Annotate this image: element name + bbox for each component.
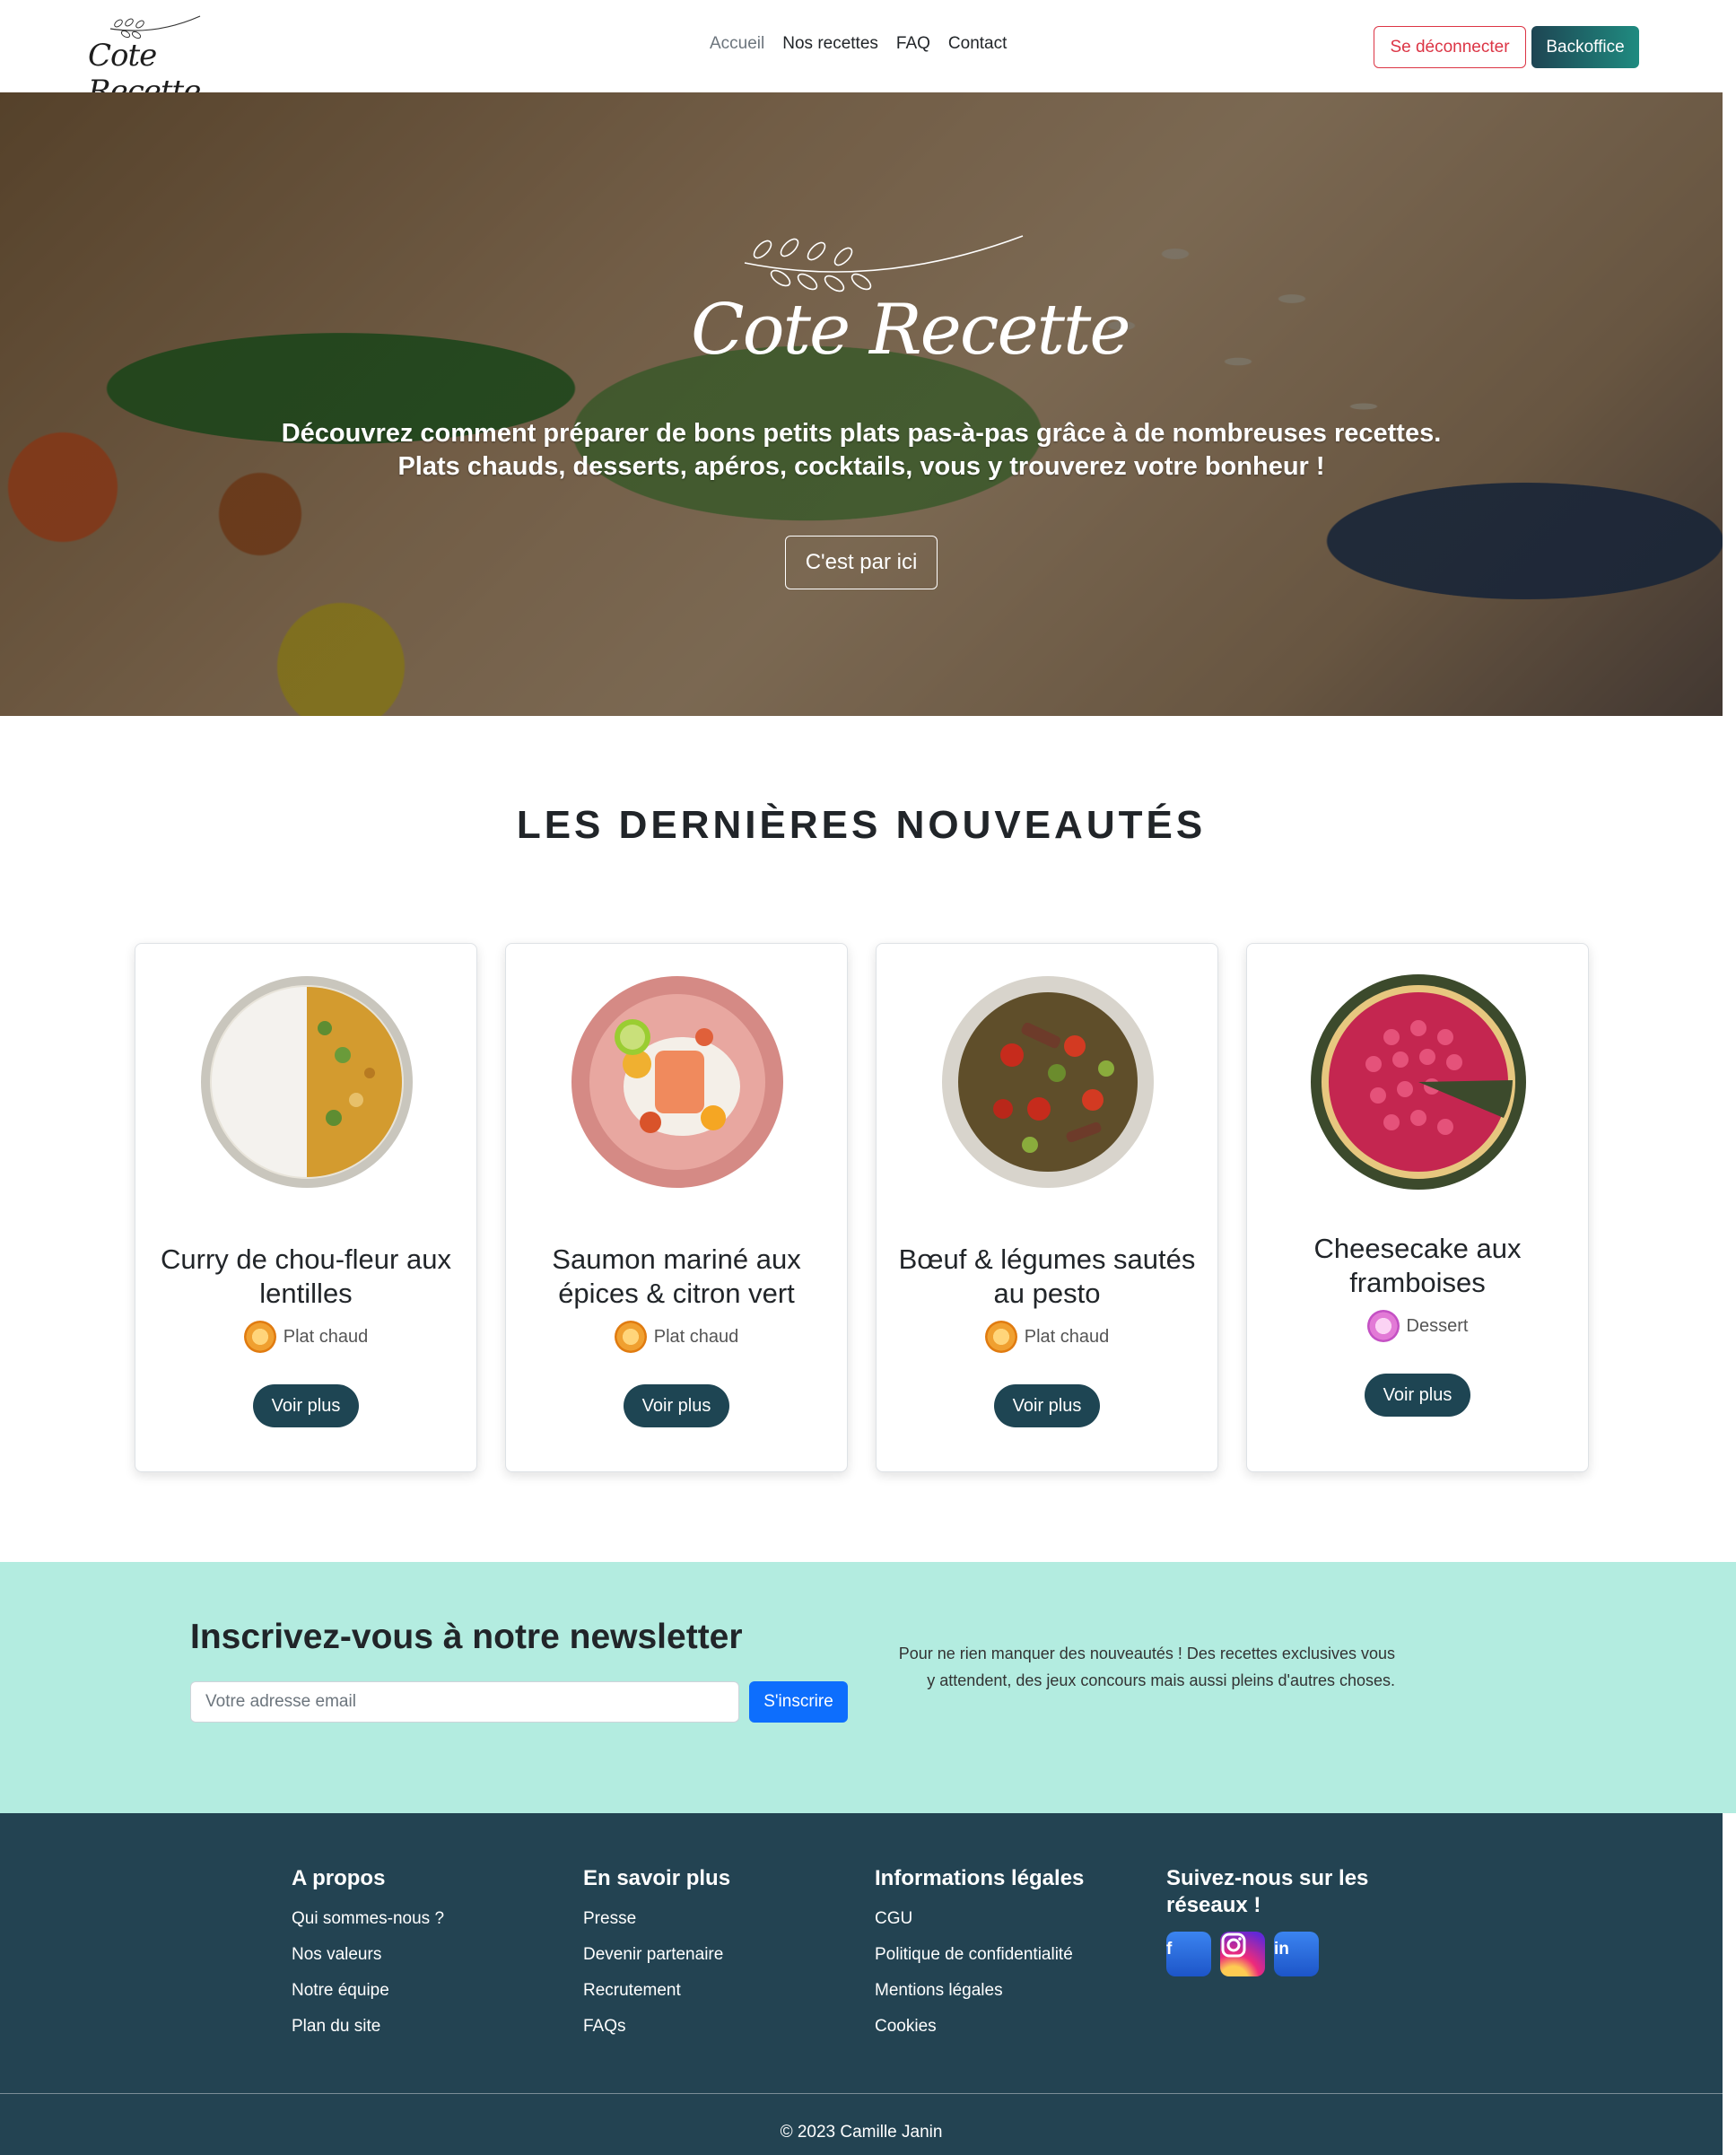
recipe-category-label: Plat chaud (1024, 1326, 1110, 1347)
footer-column-learn-more: En savoir plus Presse Devenir partenaire… (583, 1865, 730, 2045)
recipe-image-salmon (571, 976, 783, 1188)
brand-logo[interactable]: Cote Recette (86, 13, 230, 109)
leaf-branch-icon (109, 15, 201, 39)
hero-tagline-line1: Découvrez comment préparer de bons petit… (281, 419, 1442, 448)
hero-tagline-line2: Plats chauds, desserts, apéros, cocktail… (397, 452, 1325, 481)
recipe-card: Bœuf & légumes sautés au pesto Plat chau… (876, 943, 1218, 1472)
footer-column-title: Informations légales (875, 1866, 1085, 1890)
recipe-see-more-button[interactable]: Voir plus (624, 1384, 729, 1427)
social-links: f in (1166, 1932, 1400, 1976)
flame-icon (243, 1321, 276, 1353)
nav-link-faq[interactable]: FAQ (896, 34, 930, 54)
footer-link[interactable]: Qui sommes-nous ? (292, 1901, 444, 1937)
footer-link[interactable]: Presse (583, 1901, 730, 1937)
recipe-title: Cheesecake aux framboises (1313, 1233, 1522, 1298)
newsletter-email-input[interactable] (190, 1681, 739, 1723)
hero-tagline: Découvrez comment préparer de bons petit… (0, 417, 1723, 484)
footer: A propos Qui sommes-nous ? Nos valeurs N… (0, 1813, 1723, 2155)
hero-cta-button[interactable]: C'est par ici (785, 536, 938, 589)
footer-link[interactable]: Nos valeurs (292, 1937, 444, 1973)
linkedin-icon[interactable]: in (1274, 1932, 1319, 1976)
recipe-card: Curry de chou-fleur aux lentilles Plat c… (135, 943, 477, 1472)
footer-column-socials: Suivez-nous sur les réseaux ! f in (1166, 1865, 1400, 1976)
footer-column-title: Suivez-nous sur les réseaux ! (1166, 1866, 1369, 1917)
footer-divider (0, 2093, 1723, 2094)
flame-icon (984, 1321, 1017, 1353)
recipe-title: Saumon mariné aux épices & citron vert (552, 1243, 801, 1309)
latest-section-title: LES DERNIÈRES NOUVEAUTÉS (516, 803, 1207, 847)
recipe-see-more-button[interactable]: Voir plus (253, 1384, 359, 1427)
footer-link[interactable]: CGU (875, 1901, 1084, 1937)
nav-link-contact[interactable]: Contact (948, 34, 1007, 54)
footer-link[interactable]: Politique de confidentialité (875, 1937, 1084, 1973)
recipe-title: Bœuf & légumes sautés au pesto (898, 1243, 1196, 1309)
recipe-category: Plat chaud (506, 1321, 847, 1353)
footer-link[interactable]: Devenir partenaire (583, 1937, 730, 1973)
newsletter-section: Inscrivez-vous à notre newsletter S'insc… (0, 1562, 1736, 1813)
recipe-image-beef (942, 976, 1154, 1188)
footer-column-legal: Informations légales CGU Politique de co… (875, 1865, 1084, 2045)
footer-link[interactable]: Mentions légales (875, 1973, 1084, 2009)
recipe-category-label: Plat chaud (283, 1326, 369, 1347)
flame-icon (614, 1321, 647, 1353)
footer-column-about: A propos Qui sommes-nous ? Nos valeurs N… (292, 1865, 444, 2045)
nav-link-recettes[interactable]: Nos recettes (782, 34, 878, 54)
recipe-card-list: Curry de chou-fleur aux lentilles Plat c… (135, 943, 1589, 1472)
recipe-category: Dessert (1247, 1310, 1588, 1342)
footer-link[interactable]: Cookies (875, 2009, 1084, 2045)
footer-column-title: A propos (292, 1866, 386, 1890)
nav-link-accueil[interactable]: Accueil (710, 34, 764, 54)
footer-link[interactable]: FAQs (583, 2009, 730, 2045)
facebook-icon[interactable]: f (1166, 1932, 1211, 1976)
newsletter-description: Pour ne rien manquer des nouveautés ! De… (898, 1645, 1395, 1689)
footer-link[interactable]: Notre équipe (292, 1973, 444, 2009)
cake-icon (1366, 1310, 1400, 1342)
footer-column-title: En savoir plus (583, 1866, 731, 1890)
copyright: © 2023 Camille Janin (780, 2123, 943, 2142)
main-nav: Accueil Nos recettes FAQ Contact (710, 34, 1007, 54)
recipe-category: Plat chaud (877, 1321, 1217, 1353)
navbar: Cote Recette Accueil Nos recettes FAQ Co… (0, 0, 1736, 109)
newsletter-title: Inscrivez-vous à notre newsletter (190, 1618, 743, 1656)
recipe-image-curry (201, 976, 413, 1188)
newsletter-subscribe-button[interactable]: S'inscrire (749, 1681, 848, 1723)
recipe-category-label: Dessert (1406, 1315, 1469, 1336)
recipe-card: Cheesecake aux framboises Dessert Voir p… (1246, 943, 1589, 1472)
recipe-see-more-button[interactable]: Voir plus (1365, 1374, 1470, 1417)
recipe-see-more-button[interactable]: Voir plus (994, 1384, 1100, 1427)
instagram-icon[interactable] (1220, 1932, 1265, 1976)
logout-button[interactable]: Se déconnecter (1374, 26, 1526, 68)
recipe-card: Saumon mariné aux épices & citron vert P… (505, 943, 848, 1472)
footer-link[interactable]: Recrutement (583, 1973, 730, 2009)
recipe-image-cheesecake (1311, 974, 1526, 1190)
hero-logo: Cote Recette (682, 222, 1131, 384)
hero-brand-name: Cote Recette (691, 290, 1131, 371)
hero-banner: Cote Recette Découvrez comment préparer … (0, 92, 1723, 716)
recipe-category-label: Plat chaud (653, 1326, 739, 1347)
recipe-title: Curry de chou-fleur aux lentilles (161, 1243, 451, 1309)
footer-link[interactable]: Plan du site (292, 2009, 444, 2045)
backoffice-button[interactable]: Backoffice (1531, 26, 1639, 68)
recipe-category: Plat chaud (135, 1321, 476, 1353)
